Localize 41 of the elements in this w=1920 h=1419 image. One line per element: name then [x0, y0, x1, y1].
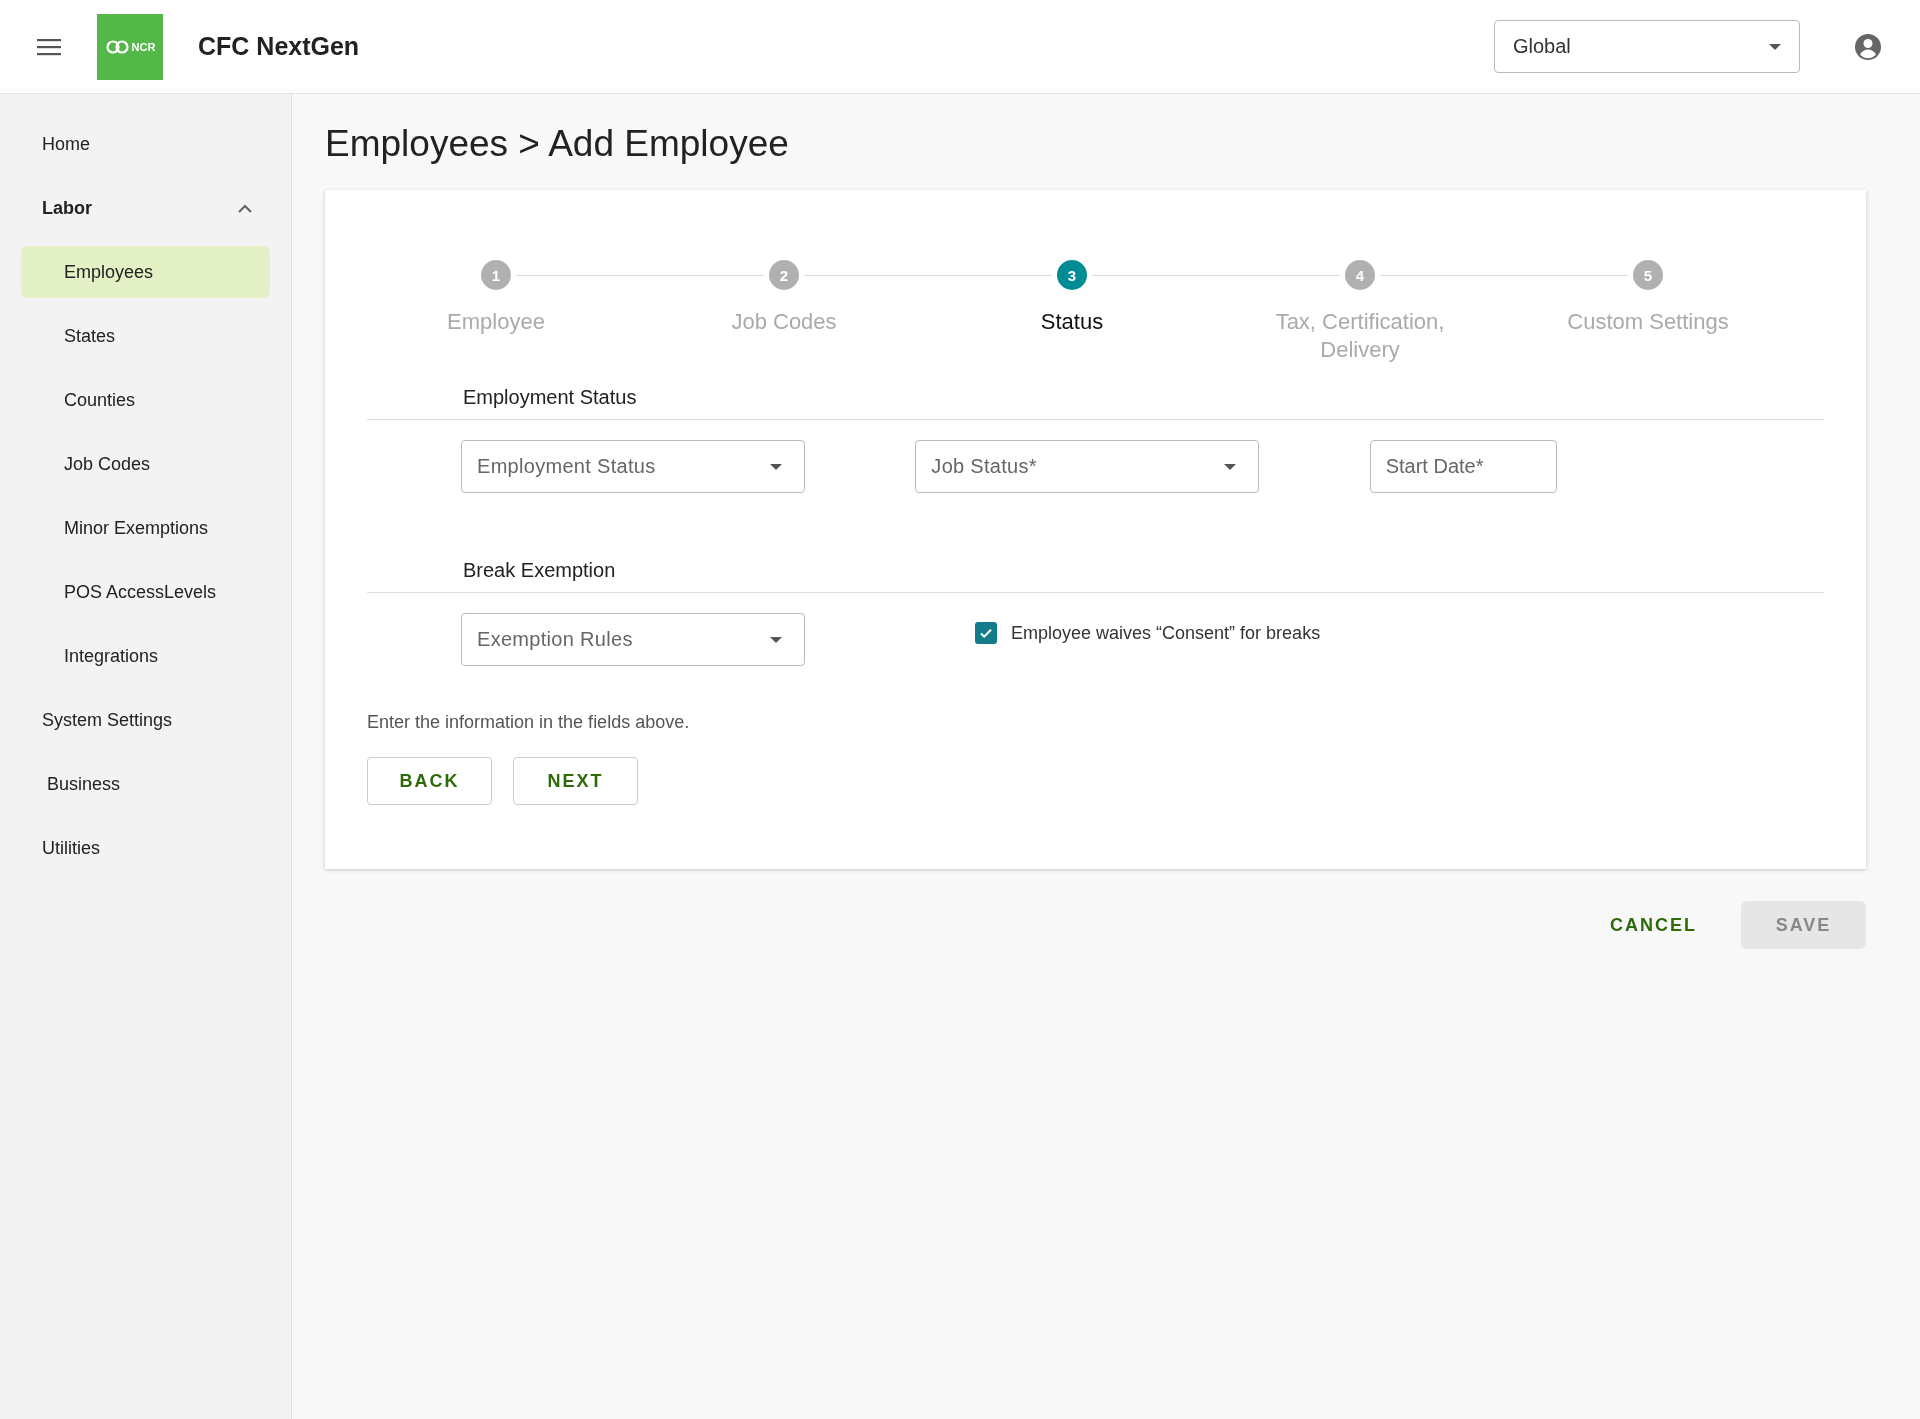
hint-text: Enter the information in the fields above. [367, 712, 691, 733]
section-title: Employment Status [367, 386, 1824, 420]
caret-icon [1224, 463, 1237, 470]
step-number[interactable]: 3 [1057, 260, 1087, 290]
nav-item[interactable]: Business [21, 758, 270, 810]
nav-item[interactable]: Integrations [21, 630, 270, 682]
step-label: Status [1039, 308, 1105, 336]
nav-item[interactable]: Utilities [21, 822, 270, 874]
step-label: Custom Settings [1566, 308, 1730, 336]
nav-item[interactable]: Employees [21, 246, 270, 298]
select-field[interactable]: Exemption Rules [461, 613, 805, 666]
nav-item[interactable]: Minor Exemptions [21, 502, 270, 554]
page-title: Employees > Add Employee [325, 123, 790, 165]
step-label: Job Codes [730, 308, 838, 336]
scope-select[interactable]: Global [1494, 20, 1800, 73]
nav-item[interactable]: Job Codes [21, 438, 270, 490]
select-field[interactable]: Job Status* [915, 440, 1260, 493]
step-button[interactable]: BACK [367, 757, 492, 805]
step-button[interactable]: NEXT [513, 757, 638, 805]
cancel-button[interactable]: CANCEL [1586, 901, 1721, 949]
nav-item[interactable]: System Settings [21, 694, 270, 746]
select-field[interactable]: Employment Status [461, 440, 805, 493]
checkbox[interactable] [975, 622, 997, 644]
caret-icon [1769, 43, 1781, 50]
step-label: Employee [446, 308, 546, 336]
nav-item[interactable]: States [21, 310, 270, 362]
caret-icon [770, 636, 782, 643]
checkbox-label: Employee waives “Consent” for breaks [1011, 622, 1321, 644]
logo-text: NCR [131, 40, 156, 53]
account-icon[interactable] [1854, 32, 1882, 61]
chain-link-icon [104, 39, 131, 54]
step-label: Tax, Certification, Delivery [1274, 308, 1446, 364]
app-title: CFC NextGen [198, 32, 360, 61]
date-field[interactable]: Start Date* [1369, 440, 1557, 493]
nav-item[interactable]: Counties [21, 374, 270, 426]
menu-icon[interactable] [37, 37, 61, 56]
nav-item[interactable]: Labor [21, 182, 270, 234]
nav-item[interactable]: Home [21, 118, 270, 170]
caret-icon [770, 463, 782, 470]
nav-item[interactable]: POS AccessLevels [21, 566, 270, 618]
section-title: Break Exemption [367, 559, 1824, 593]
